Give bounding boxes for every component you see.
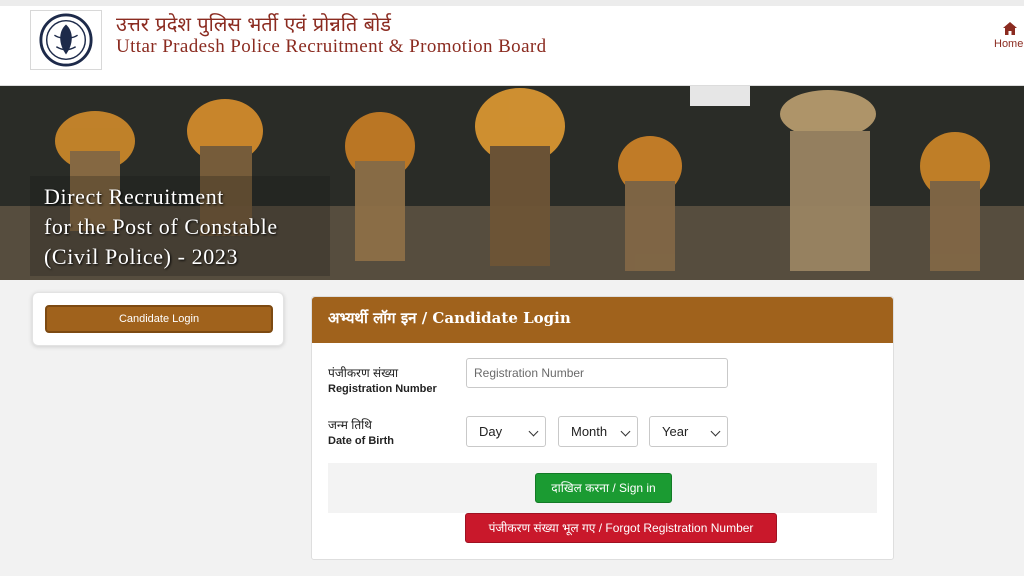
- dob-year-select[interactable]: Year: [649, 416, 728, 447]
- panel-title: अभ्यर्थी लॉग इन / Candidate Login: [328, 309, 571, 327]
- registration-label-english: Registration Number: [328, 383, 437, 395]
- sidebar-candidate-login-button[interactable]: Candidate Login: [45, 305, 273, 333]
- dob-year-value: Year: [662, 424, 689, 439]
- home-link[interactable]: Home: [994, 22, 1024, 50]
- site-title-english: Uttar Pradesh Police Recruitment & Promo…: [116, 36, 547, 57]
- sign-in-button[interactable]: दाखिल करना / Sign in: [535, 473, 672, 503]
- dob-month-value: Month: [571, 424, 608, 439]
- site-title-hindi: उत्तर प्रदेश पुलिस भर्ती एवं प्रोन्नति ब…: [116, 12, 391, 36]
- candidate-login-panel: अभ्यर्थी लॉग इन / Candidate Login पंजीकर…: [311, 296, 894, 560]
- sidebar-card: Candidate Login: [32, 292, 284, 346]
- dob-label-hindi: जन्म तिथि: [328, 418, 372, 432]
- panel-header: अभ्यर्थी लॉग इन / Candidate Login: [312, 297, 893, 343]
- emblem-graphic: [39, 13, 93, 67]
- chevron-down-icon: [710, 426, 721, 437]
- hero-banner: Direct Recruitment for the Post of Const…: [0, 86, 1024, 280]
- up-police-emblem-icon[interactable]: [30, 10, 102, 70]
- home-icon: [1003, 22, 1017, 35]
- chevron-down-icon: [620, 426, 631, 437]
- forgot-registration-number-button[interactable]: पंजीकरण संख्या भूल गए / Forgot Registrat…: [465, 513, 777, 543]
- home-label: Home: [994, 38, 1024, 50]
- sign-in-area: दाखिल करना / Sign in: [328, 463, 877, 513]
- dob-month-select[interactable]: Month: [558, 416, 638, 447]
- dob-day-select[interactable]: Day: [466, 416, 546, 447]
- registration-label-hindi: पंजीकरण संख्या: [328, 366, 399, 380]
- banner-heading: Direct Recruitment for the Post of Const…: [44, 184, 278, 269]
- site-header: उत्तर प्रदेश पुलिस भर्ती एवं प्रोन्नति ब…: [0, 6, 1024, 86]
- registration-number-input[interactable]: [466, 358, 728, 388]
- dob-day-value: Day: [479, 424, 503, 439]
- chevron-down-icon: [528, 426, 539, 437]
- dob-label-english: Date of Birth: [328, 435, 394, 447]
